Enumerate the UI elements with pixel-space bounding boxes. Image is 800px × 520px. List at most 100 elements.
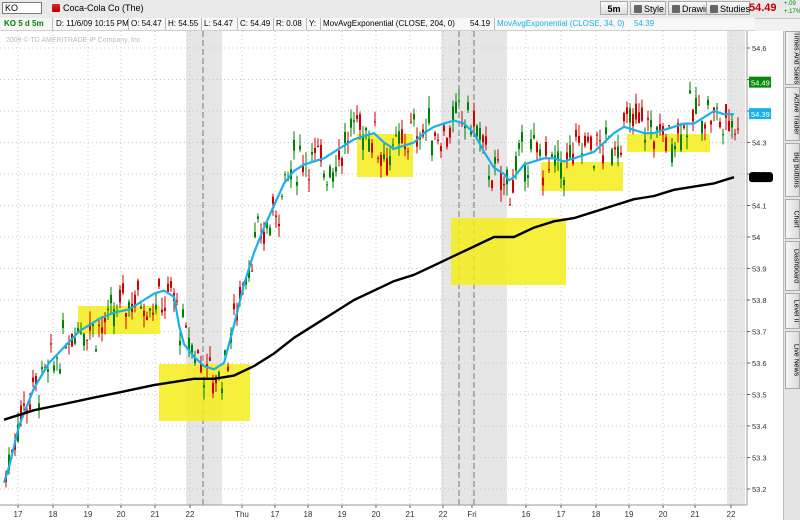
side-tab-bar: Times And Sales Active Trader Big Buttons C…	[783, 31, 800, 520]
side-tab-chart[interactable]: Chart	[785, 199, 800, 239]
bar-high: H: 54.55	[168, 19, 199, 28]
chart-label[interactable]: KO 5 d 5m	[4, 19, 44, 28]
time-tick-label: 21	[151, 510, 160, 519]
side-tab-level-ii[interactable]: Level II	[785, 293, 800, 329]
side-tab-active-trader[interactable]: Active Trader	[785, 87, 800, 141]
price-bar-body	[299, 145, 301, 150]
price-bar-body	[356, 115, 358, 120]
price-tick-label: 53.7	[752, 328, 767, 337]
price-bar-body	[158, 278, 160, 287]
price-bar-body	[128, 301, 130, 309]
time-tick-label: 20	[659, 510, 668, 519]
price-bar-body	[446, 137, 448, 147]
price-bar-body	[332, 172, 334, 182]
study-ema204-value: 54.19	[470, 19, 491, 28]
price-bar-body	[50, 343, 52, 345]
price-bar-body	[527, 175, 529, 178]
price-bar-body	[191, 344, 193, 353]
price-bar-body	[335, 167, 337, 172]
price-bar-body	[149, 308, 151, 311]
price-tick-label: 53.6	[752, 359, 767, 368]
price-bar-body	[293, 139, 295, 151]
price-bar-body	[407, 151, 409, 153]
price-bar-body	[401, 129, 403, 144]
price-bar-body	[731, 120, 733, 128]
price-bar-body	[671, 144, 673, 163]
time-tick-label: 18	[49, 510, 58, 519]
price-bar-body	[623, 112, 625, 122]
symbol-input[interactable]	[2, 2, 42, 14]
price-bar-body	[176, 300, 178, 302]
side-tab-label: Big Buttons	[792, 152, 800, 188]
price-bar-body	[23, 403, 25, 406]
price-bar-body	[398, 131, 400, 144]
style-icon	[634, 5, 642, 13]
price-bar-body	[566, 152, 568, 160]
price-bar-body	[482, 135, 484, 143]
price-bar-body	[83, 333, 85, 346]
price-bar-body	[101, 327, 103, 334]
price-bar-body	[557, 151, 559, 159]
price-bar-body	[578, 135, 580, 143]
price-bar-body	[560, 162, 562, 179]
price-bar-body	[227, 366, 229, 371]
price-bar-body	[686, 135, 688, 138]
price-bar-body	[479, 128, 481, 140]
price-bar-body	[518, 143, 520, 149]
price-bar-body	[29, 404, 31, 410]
time-tick-label: 16	[522, 510, 531, 519]
price-bar-body	[680, 134, 682, 151]
price-bar-body	[122, 283, 124, 293]
price-axis: 54.654.554.454.354.254.15453.953.853.753…	[746, 31, 783, 505]
price-bar-body	[182, 309, 184, 318]
studies-button[interactable]: Studies	[706, 1, 750, 15]
divider	[165, 18, 166, 30]
time-tick-label: 22	[727, 510, 736, 519]
price-bar-body	[275, 215, 277, 218]
side-tab-label: Chart	[792, 210, 800, 228]
price-bar-body	[59, 369, 61, 374]
price-bar-body	[365, 127, 367, 131]
divider	[128, 18, 129, 30]
price-bar-body	[155, 304, 157, 310]
price-chart[interactable]: 2009 © TD AMERITRADE IP Company, Inc. 54…	[0, 31, 783, 520]
price-tick-label: 54.3	[752, 139, 767, 148]
price-bar-body	[152, 312, 154, 315]
price-bar-body	[338, 150, 340, 160]
price-bar-body	[308, 179, 310, 181]
price-bar-body	[314, 148, 316, 154]
price-bar-body	[374, 121, 376, 123]
divider	[237, 18, 238, 30]
price-bar-body	[383, 154, 385, 160]
price-bar-body	[734, 133, 736, 135]
side-tab-big-buttons[interactable]: Big Buttons	[785, 143, 800, 197]
time-tick-label: Thu	[235, 510, 249, 519]
side-tab-dashboard[interactable]: Dashboard	[785, 241, 800, 291]
price-bar-body	[548, 169, 550, 171]
divider	[273, 18, 274, 30]
study-ema34-name[interactable]: MovAvgExponential (CLOSE, 34, 0)	[497, 19, 624, 28]
company-logo-icon	[52, 4, 60, 12]
price-bar-body	[674, 146, 676, 150]
time-tick-label: 21	[406, 510, 415, 519]
price-bar-body	[485, 136, 487, 145]
side-tab-live-news[interactable]: Live News	[785, 331, 800, 389]
style-button[interactable]: Style	[630, 1, 666, 15]
price-bar-body	[455, 101, 457, 114]
ema204-price-tag	[749, 172, 773, 183]
price-tick-label: 54	[752, 233, 760, 242]
price-bar-body	[710, 120, 712, 125]
price-bar-body	[434, 132, 436, 136]
price-bar-body	[392, 144, 394, 146]
price-bar-body	[707, 99, 709, 106]
price-bar-body	[437, 139, 439, 142]
price-bar-body	[617, 146, 619, 158]
time-tick-label: 19	[625, 510, 634, 519]
study-ema204-name[interactable]: MovAvgExponential (CLOSE, 204, 0)	[323, 19, 455, 28]
price-bar-body	[539, 149, 541, 156]
price-bar-body	[584, 135, 586, 146]
aggregation-button[interactable]: 5m	[600, 1, 628, 15]
price-bar-body	[86, 339, 88, 341]
price-bar-body	[554, 155, 556, 166]
side-tab-times-and-sales[interactable]: Times And Sales	[785, 31, 800, 85]
